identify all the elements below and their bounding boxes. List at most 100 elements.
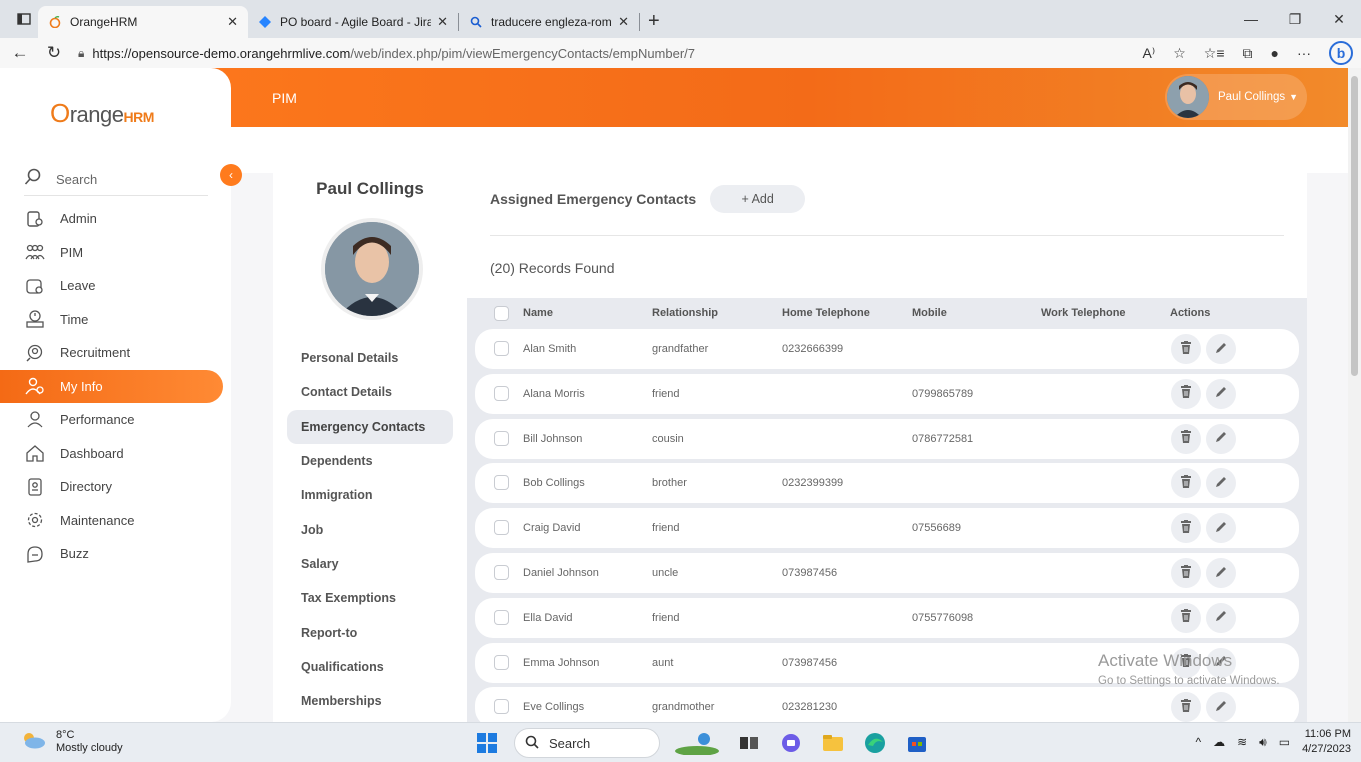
tab-personal-details[interactable]: Personal Details [287,341,453,375]
sidebar-item-leave[interactable]: Leave [0,269,231,303]
add-favorite-icon[interactable]: ☆ [1173,45,1186,62]
browser-tab-search[interactable]: traducere engleza-romana - Sear ✕ [459,6,639,38]
table-row[interactable]: Alan Smith grandfather 0232666399 [475,329,1299,369]
sidebar-search[interactable]: Search [24,164,208,196]
delete-button[interactable] [1171,692,1201,722]
row-checkbox[interactable] [494,385,509,401]
sidebar-item-buzz[interactable]: Buzz [0,537,231,571]
sidebar-item-time[interactable]: Time [0,303,231,337]
bing-chat-icon[interactable]: b [1329,41,1353,65]
delete-button[interactable] [1171,602,1201,633]
refresh-icon[interactable]: ↻ [40,43,68,63]
sidebar-item-dashboard[interactable]: Dashboard [0,437,231,471]
more-icon[interactable]: ··· [1297,45,1311,61]
tab-emergency-contacts[interactable]: Emergency Contacts [287,409,453,444]
taskbar-search[interactable]: Search [514,728,660,758]
edit-button[interactable] [1206,334,1236,364]
tab-report-to[interactable]: Report-to [287,615,453,649]
add-contact-button[interactable]: + Add [710,185,806,213]
tab-tax-exemptions[interactable]: Tax Exemptions [287,581,453,615]
user-menu[interactable]: Paul Collings ▼ [1165,74,1307,120]
row-checkbox[interactable] [494,520,509,536]
close-tab-icon[interactable]: ✕ [618,14,629,30]
browser-tab-orangehrm[interactable]: OrangeHRM ✕ [38,6,248,38]
edit-button[interactable] [1206,558,1236,588]
volume-icon[interactable]: 🔊︎ [1259,735,1267,750]
collections-icon[interactable]: ⧉ [1243,45,1253,62]
onedrive-icon[interactable]: ☁︎ [1213,735,1225,749]
row-checkbox[interactable] [494,475,509,491]
tab-immigration[interactable]: Immigration [287,478,453,512]
file-explorer-icon[interactable] [818,728,848,758]
edge-browser-icon[interactable] [860,728,890,758]
close-window-icon[interactable]: ✕ [1317,11,1361,28]
table-row[interactable]: Ella David friend 0755776098 [475,597,1299,638]
table-row[interactable]: Daniel Johnson uncle 073987456 [475,553,1299,593]
tab-job[interactable]: Job [287,512,453,546]
edit-button[interactable] [1206,378,1236,409]
edit-button[interactable] [1206,423,1236,454]
profile-icon[interactable]: ● [1271,45,1279,61]
delete-button[interactable] [1171,334,1201,364]
restore-icon[interactable]: ❐ [1273,11,1317,28]
teams-chat-icon[interactable] [776,728,806,758]
weather-widget[interactable]: 8°C Mostly cloudy [20,729,123,755]
delete-button[interactable] [1171,378,1201,409]
table-row[interactable]: Eve Collings grandmother 023281230 [475,687,1299,722]
windows-start-icon[interactable] [472,728,502,758]
tab-dependents[interactable]: Dependents [287,444,453,478]
url-field[interactable]: 🔒︎ https://opensource-demo.orangehrmlive… [78,40,1088,66]
sidebar-item-maintenance[interactable]: Maintenance [0,504,231,538]
employee-photo[interactable] [321,218,423,320]
delete-button[interactable] [1171,423,1201,454]
row-checkbox[interactable] [494,609,509,625]
favorites-icon[interactable]: ☆≡ [1204,45,1225,62]
microsoft-store-icon[interactable] [902,728,932,758]
sidebar-item-performance[interactable]: Performance [0,403,231,437]
collapse-sidebar-button[interactable]: ‹ [220,164,242,186]
row-checkbox[interactable] [494,699,509,715]
widgets-landscape-icon[interactable] [672,728,722,758]
wifi-icon[interactable]: ≋ [1237,735,1247,749]
battery-icon[interactable]: ▭ [1279,735,1290,749]
task-view-icon[interactable] [734,728,764,758]
sidebar-item-my-info[interactable]: My Info [0,369,223,403]
back-icon[interactable]: ← [6,43,34,63]
select-all-checkbox[interactable] [494,306,509,321]
read-aloud-icon[interactable]: A⁾ [1142,45,1155,62]
browser-tab-jira[interactable]: PO board - Agile Board - Jira ✕ [248,6,458,38]
sidebar-item-recruitment[interactable]: Recruitment [0,336,231,370]
sidebar-item-pim[interactable]: PIM [0,236,231,270]
row-checkbox[interactable] [494,565,509,580]
close-tab-icon[interactable]: ✕ [227,14,238,30]
close-tab-icon[interactable]: ✕ [437,14,448,30]
chevron-up-icon[interactable]: ^ [1195,735,1201,749]
row-checkbox[interactable] [494,430,509,446]
edit-button[interactable] [1206,602,1236,633]
edit-button[interactable] [1206,468,1236,499]
table-row[interactable]: Bob Collings brother 0232399399 [475,463,1299,504]
orangehrm-logo[interactable]: OrangeHRM [50,98,154,129]
sidebar-item-admin[interactable]: Admin [0,202,231,236]
clock[interactable]: 11:06 PM 4/27/2023 [1302,727,1351,757]
delete-button[interactable] [1171,468,1201,499]
edit-button[interactable] [1206,513,1236,544]
edit-button[interactable] [1206,692,1236,722]
minimize-icon[interactable]: — [1229,11,1273,27]
tab-memberships[interactable]: Memberships [287,684,453,718]
table-row[interactable]: Craig David friend 07556689 [475,508,1299,549]
tab-qualifications[interactable]: Qualifications [287,650,453,684]
delete-button[interactable] [1171,513,1201,544]
tab-actions-icon[interactable] [10,5,38,33]
tab-salary[interactable]: Salary [287,547,453,581]
page-scrollbar[interactable] [1348,68,1361,722]
row-checkbox[interactable] [494,341,509,356]
sidebar-item-directory[interactable]: Directory [0,470,231,504]
delete-button[interactable] [1171,558,1201,588]
scrollbar-thumb[interactable] [1351,76,1358,376]
table-row[interactable]: Alana Morris friend 0799865789 [475,373,1299,414]
tab-contact-details[interactable]: Contact Details [287,375,453,409]
table-row[interactable]: Bill Johnson cousin 0786772581 [475,418,1299,459]
new-tab-icon[interactable]: + [648,10,660,33]
row-checkbox[interactable] [494,654,509,670]
